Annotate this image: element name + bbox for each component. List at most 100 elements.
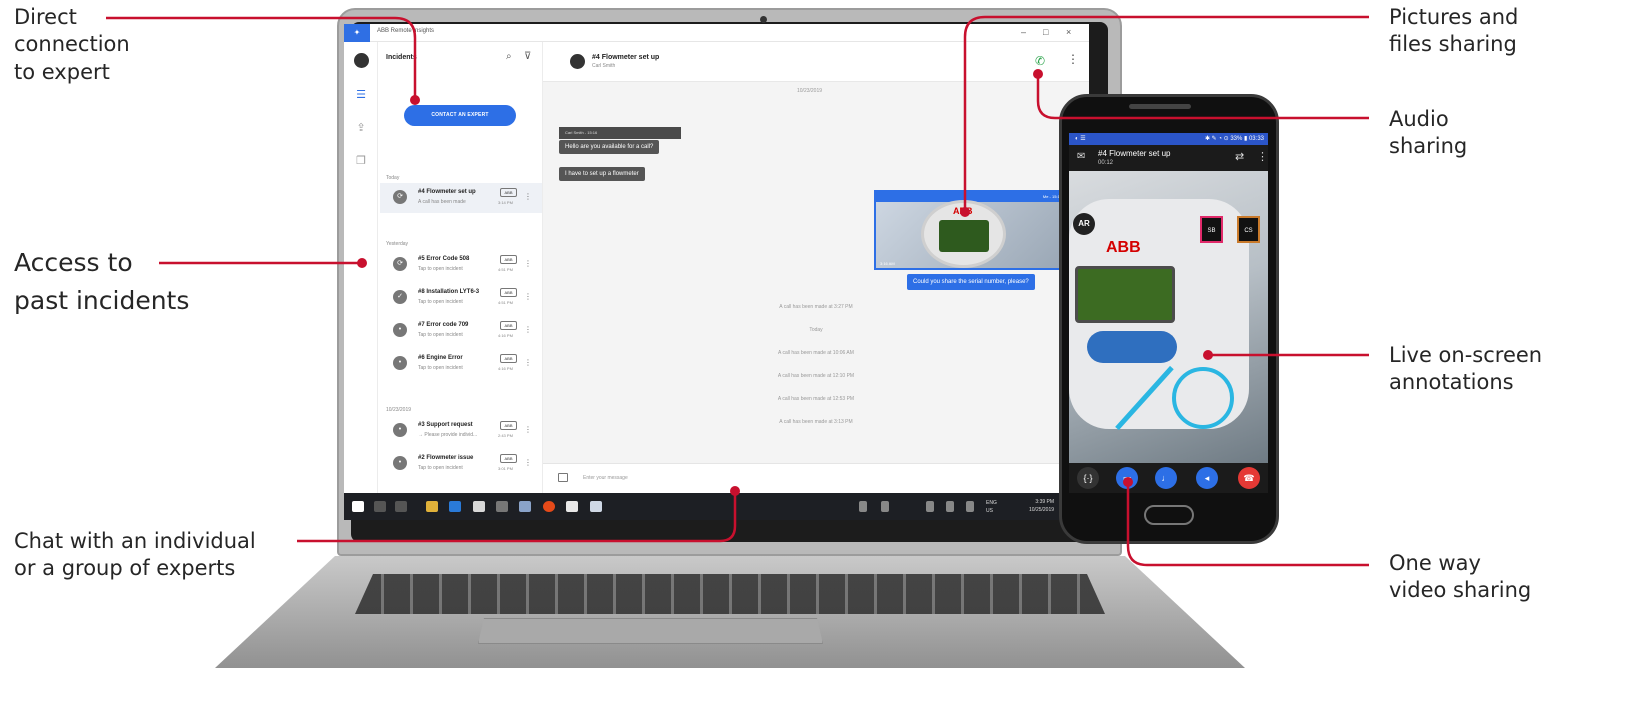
windows-start-icon[interactable] (352, 501, 364, 512)
language-indicator[interactable]: ENG US (986, 499, 997, 515)
more-vertical-icon[interactable]: ⋮ (524, 358, 532, 367)
more-vertical-icon[interactable]: ⋮ (524, 259, 532, 268)
incident-time: 4:16 PM (498, 366, 513, 371)
incident-item[interactable]: ⟳ #4 Flowmeter set up A call has been ma… (380, 183, 542, 213)
more-vertical-icon[interactable]: ⋮ (524, 458, 532, 467)
callout-line: video sharing (1389, 578, 1532, 603)
ar-badge: AR (1073, 213, 1095, 235)
chat-bubble-icon[interactable]: ✉ (1077, 151, 1085, 162)
incident-item[interactable]: • #2 Flowmeter issue Tap to open inciden… (380, 449, 542, 479)
network-icon[interactable] (926, 501, 934, 512)
avatar (570, 54, 585, 69)
more-vertical-icon[interactable]: ⋮ (524, 425, 532, 434)
close-button[interactable]: × (1066, 27, 1071, 37)
end-call-icon[interactable]: ☎ (1238, 467, 1260, 489)
callout-line: Access to (14, 248, 133, 277)
system-message: A call has been made at 12:53 PM (777, 396, 855, 402)
filter-icon[interactable]: ⊽ (524, 51, 531, 62)
shared-image-message[interactable]: Me - 15:17 ABB 3:16 AM (874, 190, 1064, 270)
participant-tile[interactable]: CS (1237, 216, 1260, 243)
more-vertical-icon[interactable]: ⋮ (524, 192, 532, 201)
incident-item[interactable]: ✓ #8 Installation LYT6-3 Tap to open inc… (380, 283, 542, 313)
tray-icon[interactable] (859, 501, 867, 512)
maximize-button[interactable]: □ (1043, 27, 1048, 37)
callout-audio: Audio sharing (1389, 106, 1467, 161)
incident-status-icon: ✓ (393, 290, 407, 304)
incident-subtitle: Tap to open incident (418, 365, 463, 371)
incident-item[interactable]: ⟳ #5 Error Code 508 Tap to open incident… (380, 250, 542, 280)
live-video-feed[interactable]: ABB AR SB CS (1069, 171, 1268, 463)
more-vertical-icon[interactable]: ⋮ (524, 292, 532, 301)
incident-item[interactable]: • #6 Engine Error Tap to open incident A… (380, 349, 542, 379)
more-vertical-icon[interactable]: ⋮ (1257, 150, 1268, 163)
app-icon[interactable] (566, 501, 578, 512)
language-bottom: US (986, 508, 993, 514)
incident-subtitle: Tap to open incident (418, 299, 463, 305)
incident-subtitle: Tap to open incident (418, 332, 463, 338)
incident-item[interactable]: • #7 Error code 709 Tap to open incident… (380, 316, 542, 346)
contact-expert-button[interactable]: CONTACT AN EXPERT (404, 105, 516, 126)
remote-insights-icon[interactable] (590, 501, 602, 512)
store-icon[interactable] (473, 501, 485, 512)
clock-date: 10/25/2019 (1029, 507, 1055, 513)
upload-icon[interactable]: ⇪ (353, 120, 369, 136)
attach-icon[interactable] (558, 473, 568, 482)
microphone-icon[interactable]: ♩ (1155, 467, 1177, 489)
incident-time: 3:01 PM (498, 466, 513, 471)
phone-home-button[interactable] (1144, 505, 1194, 525)
switch-camera-icon[interactable]: ⇄ (1235, 150, 1244, 163)
app-icon[interactable] (519, 501, 531, 512)
incident-item[interactable]: • #3 Support request → Please provide in… (380, 416, 542, 446)
incident-time: 4:51 PM (498, 300, 513, 305)
chevron-up-icon[interactable] (881, 501, 889, 512)
callout-line: One way (1389, 551, 1481, 575)
call-timer: 00:12 (1098, 160, 1114, 166)
call-controls: {·} ▭ ♩ ◂ ☎ (1069, 463, 1268, 493)
incident-time: 3:14 PM (498, 200, 513, 205)
file-explorer-icon[interactable] (426, 501, 438, 512)
phone-call-icon[interactable]: ✆ (1035, 54, 1045, 68)
volume-icon[interactable] (946, 501, 954, 512)
edge-browser-icon[interactable] (449, 501, 461, 512)
copy-icon[interactable]: ❐ (353, 153, 369, 169)
more-vertical-icon[interactable]: ⋮ (524, 325, 532, 334)
message-input[interactable]: Enter your message (583, 475, 628, 481)
search-icon[interactable] (374, 501, 386, 512)
minimize-button[interactable]: – (1021, 27, 1026, 37)
phone-status-bar: ◐ ☰ ✱ ✎ ◔ ⊙ 33% ▮ 03:33 (1069, 133, 1268, 145)
annotations-toggle-icon[interactable]: {·} (1077, 467, 1099, 489)
incident-subtitle: A call has been made (418, 199, 466, 205)
system-message: A call has been made at 12:10 PM (777, 373, 855, 379)
group-label-today: Today (386, 175, 400, 181)
incident-badge: ABB (500, 421, 517, 430)
callout-line: sharing (1389, 134, 1468, 159)
callout-line: annotations (1389, 370, 1514, 395)
day-separator: Today (809, 327, 823, 333)
message-meta: Carl Smith - 15:16 (559, 127, 681, 139)
chat-header: #4 Flowmeter set up Carl Smith ✆ ⋮ (543, 42, 1089, 82)
chrome-icon[interactable] (543, 501, 555, 512)
incidents-panel: Incidents ⌕ ⊽ CONTACT AN EXPERT Today ⟳ … (378, 42, 543, 493)
video-camera-icon[interactable]: ▭ (1116, 467, 1138, 489)
pen-icon[interactable] (966, 501, 974, 512)
phone-call-header: ✉ #4 Flowmeter set up 00:12 ⇄ ⋮ (1069, 145, 1268, 171)
message-composer: Enter your message (543, 463, 1089, 493)
call-title: #4 Flowmeter set up (1098, 149, 1171, 158)
task-view-icon[interactable] (395, 501, 407, 512)
windows-taskbar: ENG US 3:39 PM 10/25/2019 (344, 493, 1089, 520)
speaker-icon[interactable]: ◂ (1196, 467, 1218, 489)
callout-line: Audio (1389, 107, 1449, 131)
avatar-icon[interactable] (354, 53, 369, 68)
system-clock[interactable]: 3:39 PM 10/25/2019 (1029, 498, 1054, 514)
incident-time: 4:51 PM (498, 267, 513, 272)
calculator-icon[interactable] (496, 501, 508, 512)
search-icon[interactable]: ⌕ (506, 51, 512, 62)
language-top: ENG (986, 500, 997, 506)
participant-tile[interactable]: SB (1200, 216, 1223, 243)
incident-status-icon: ⟳ (393, 257, 407, 271)
system-message: A call has been made at 3:13 PM (779, 419, 853, 425)
callout-past-incidents: Access to past incidents (14, 244, 189, 319)
incidents-icon[interactable]: ☰ (353, 87, 369, 103)
image-time: 3:16 AM (880, 261, 895, 266)
more-vertical-icon[interactable]: ⋮ (1067, 52, 1079, 66)
